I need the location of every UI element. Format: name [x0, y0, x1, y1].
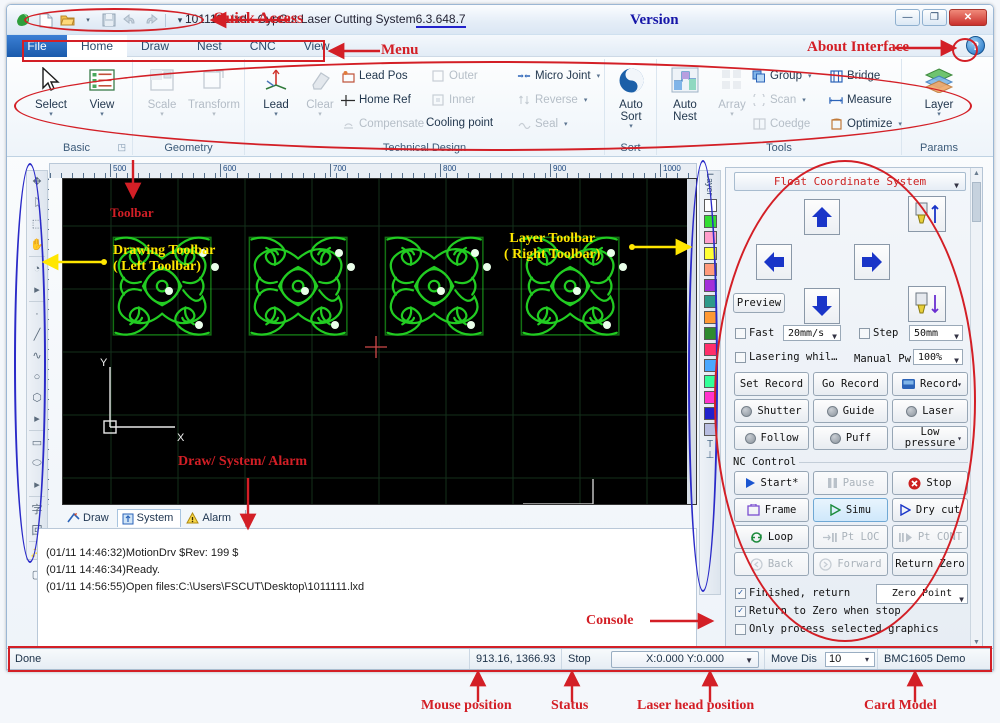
shape-group-3	[384, 236, 484, 336]
annotation-drawing-toolbar-l1: Drawing Toolbar	[113, 243, 216, 258]
ribbon-group-title-basic: Basic	[63, 142, 90, 154]
annotation-version: Version	[630, 12, 679, 28]
annotation-ellipse-left-toolbar	[14, 163, 46, 563]
canvas-content: Y X	[63, 179, 696, 504]
horizontal-ruler: 500 600 700 800 900 1000	[49, 163, 697, 178]
tab-separator	[245, 510, 247, 527]
annotation-toolbar: Toolbar	[110, 205, 154, 220]
tab-draw[interactable]: Draw	[62, 509, 117, 527]
checkbox-box[interactable]: ✓	[735, 587, 746, 599]
annotation-ellipse-control-panel	[714, 160, 976, 642]
axis-indicator	[103, 367, 175, 434]
tab-label-draw: Draw	[83, 511, 109, 524]
annotation-menu: Menu	[381, 42, 419, 58]
checkbox-box[interactable]	[735, 623, 746, 635]
ruler-h-label-0: 500	[110, 164, 126, 177]
ruler-h-label-4: 900	[550, 164, 566, 177]
ruler-h-label-3: 800	[440, 164, 456, 177]
ribbon-group-title-geometry: Geometry	[164, 142, 213, 154]
axis-label-x: X	[177, 432, 185, 444]
annotation-draw-system-alarm: Draw/ System/ Alarm	[178, 454, 308, 469]
canvas-grid	[63, 179, 696, 504]
alarm-tab-icon	[186, 512, 200, 524]
draw-tab-icon	[67, 512, 80, 523]
annotation-card-model: Card Model	[864, 698, 937, 713]
scroll-down-icon[interactable]: ▼	[973, 639, 980, 646]
annotation-layer-toolbar: Layer Toolbar ( Right Toolbar)	[504, 231, 600, 263]
annotation-mouse-position: Mouse position	[421, 698, 512, 713]
annotation-status: Status	[551, 698, 589, 713]
console-line-2-prefix: (01/11 14:56:55)	[46, 581, 126, 593]
annotation-ellipse-help	[952, 38, 978, 62]
annotation-layer-toolbar-l2: ( Right Toolbar)	[504, 247, 601, 262]
annotation-drawing-toolbar: Drawing Toolbar ( Left Toolbar)	[113, 243, 215, 275]
axis-label-y: Y	[100, 357, 108, 369]
annotation-drawing-toolbar-l2: ( Left Toolbar)	[113, 259, 201, 274]
annotation-layer-toolbar-l1: Layer Toolbar	[509, 231, 596, 246]
console-line-2: (01/11 14:56:55)Open files:C:\Users\FSCU…	[46, 579, 690, 596]
window-buttons[interactable]: — ❐ ✕	[895, 9, 987, 26]
drawing-canvas[interactable]: Y X	[62, 178, 697, 505]
chevron-down-icon[interactable]: ▼	[954, 177, 959, 195]
console-log[interactable]: (01/11 14:46:32)MotionDrv $Rev: 199 $ (0…	[37, 528, 697, 648]
ruler-h-label-2: 700	[330, 164, 346, 177]
annotation-laser-head-position: Laser head position	[637, 698, 755, 713]
console-line-2-link[interactable]: Open files:C:\Users\FSCUT\Desktop\101111…	[126, 581, 364, 593]
annotation-ellipse-quick-access	[24, 8, 204, 32]
console-line-1: (01/11 14:46:34)Ready.	[46, 564, 160, 576]
tab-alarm[interactable]: Alarm	[181, 509, 239, 527]
tab-label-system: System	[136, 512, 174, 524]
bottom-tab-row[interactable]: Draw System Alarm	[62, 509, 697, 527]
application-window: ▾ ▾ 1011111.lxd - CypCut Laser Cutting S…	[0, 0, 1000, 723]
title-version: 6.3.648.7	[415, 12, 466, 28]
annotation-rect-statusbar	[8, 646, 992, 672]
annotation-ellipse-toolbar	[14, 61, 972, 151]
annotation-ellipse-layer-toolbar	[688, 160, 718, 592]
annotation-about-interface: About Interface	[807, 39, 910, 55]
tab-label-alarm: Alarm	[202, 511, 232, 524]
scroll-up-icon[interactable]: ▲	[973, 170, 980, 177]
tab-system[interactable]: System	[116, 509, 182, 527]
dialog-launcher-icon[interactable]: ◳	[117, 142, 126, 153]
system-tab-icon	[122, 513, 134, 524]
origin-cross	[523, 479, 594, 504]
checkbox-box[interactable]: ✓	[735, 605, 746, 617]
crosshair-cursor	[365, 336, 387, 358]
chevron-down-icon[interactable]: ▼	[959, 591, 964, 609]
console-line-0: (01/11 14:46:32)MotionDrv $Rev: 199 $	[46, 547, 239, 559]
minimize-button[interactable]: —	[895, 9, 920, 26]
annotation-quick-access: Quick Access	[213, 10, 304, 27]
annotation-console: Console	[586, 613, 634, 628]
maximize-button[interactable]: ❐	[922, 9, 947, 26]
scrollbar-thumb[interactable]	[972, 182, 981, 222]
ruler-h-label-1: 600	[220, 164, 236, 177]
shape-group-2	[248, 236, 348, 336]
annotation-rect-menu	[22, 40, 325, 62]
ribbon-group-title-params: Params	[920, 142, 958, 154]
close-button[interactable]: ✕	[949, 9, 987, 26]
